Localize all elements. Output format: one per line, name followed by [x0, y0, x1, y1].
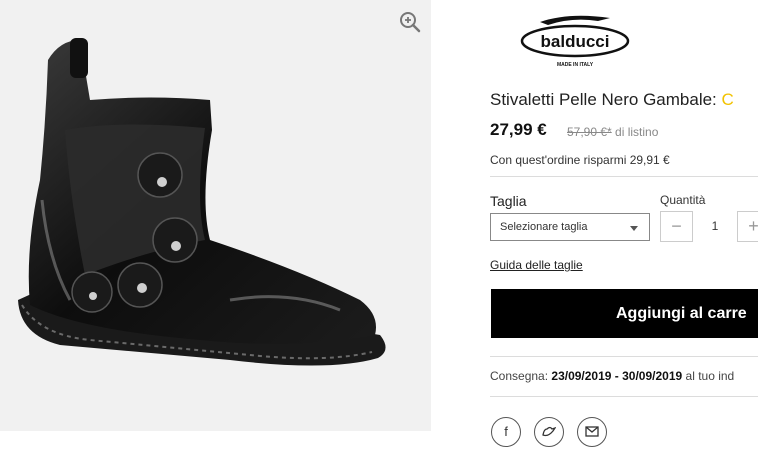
email-icon[interactable]	[577, 417, 607, 447]
brand-logo[interactable]: balducci MADE IN ITALY	[514, 8, 636, 70]
brand-tagline: MADE IN ITALY	[557, 62, 594, 68]
quantity-decrease-button[interactable]: −	[660, 211, 693, 242]
delivery-info: Consegna: 23/09/2019 - 30/09/2019 al tuo…	[490, 369, 734, 383]
product-image[interactable]	[0, 0, 431, 431]
add-to-cart-button[interactable]: Aggiungi al carre	[491, 289, 758, 338]
divider	[490, 356, 758, 357]
boot-illustration	[18, 38, 386, 366]
facebook-icon[interactable]: f	[491, 417, 521, 447]
list-price-value: 57,90 €*	[567, 125, 612, 139]
delivery-label: Consegna:	[490, 369, 549, 383]
divider	[490, 396, 758, 397]
size-label: Taglia	[490, 193, 527, 209]
size-select[interactable]: Selezionare taglia	[490, 213, 650, 241]
product-title-overflow: C	[721, 90, 734, 109]
size-guide-link[interactable]: Guida delle taglie	[490, 258, 583, 272]
quantity-label: Quantità	[660, 193, 706, 207]
savings-text: Con quest'ordine risparmi 29,91 €	[490, 153, 670, 167]
delivery-suffix: al tuo ind	[685, 369, 735, 383]
brand-name: balducci	[541, 32, 610, 51]
list-price-suffix: di listino	[611, 125, 659, 139]
quantity-increase-button[interactable]: +	[737, 211, 758, 242]
quantity-input[interactable]: 1	[697, 211, 733, 242]
twitter-icon[interactable]	[534, 417, 564, 447]
delivery-dates: 23/09/2019 - 30/09/2019	[551, 369, 683, 383]
divider	[490, 176, 758, 177]
product-price: 27,99 €	[490, 120, 547, 139]
product-title: Stivaletti Pelle Nero Gambale: C	[490, 90, 734, 109]
chevron-down-icon	[630, 226, 638, 231]
zoom-icon[interactable]	[398, 10, 422, 34]
list-price: 57,90 €* di listino	[567, 125, 658, 139]
size-select-value: Selezionare taglia	[500, 221, 588, 233]
